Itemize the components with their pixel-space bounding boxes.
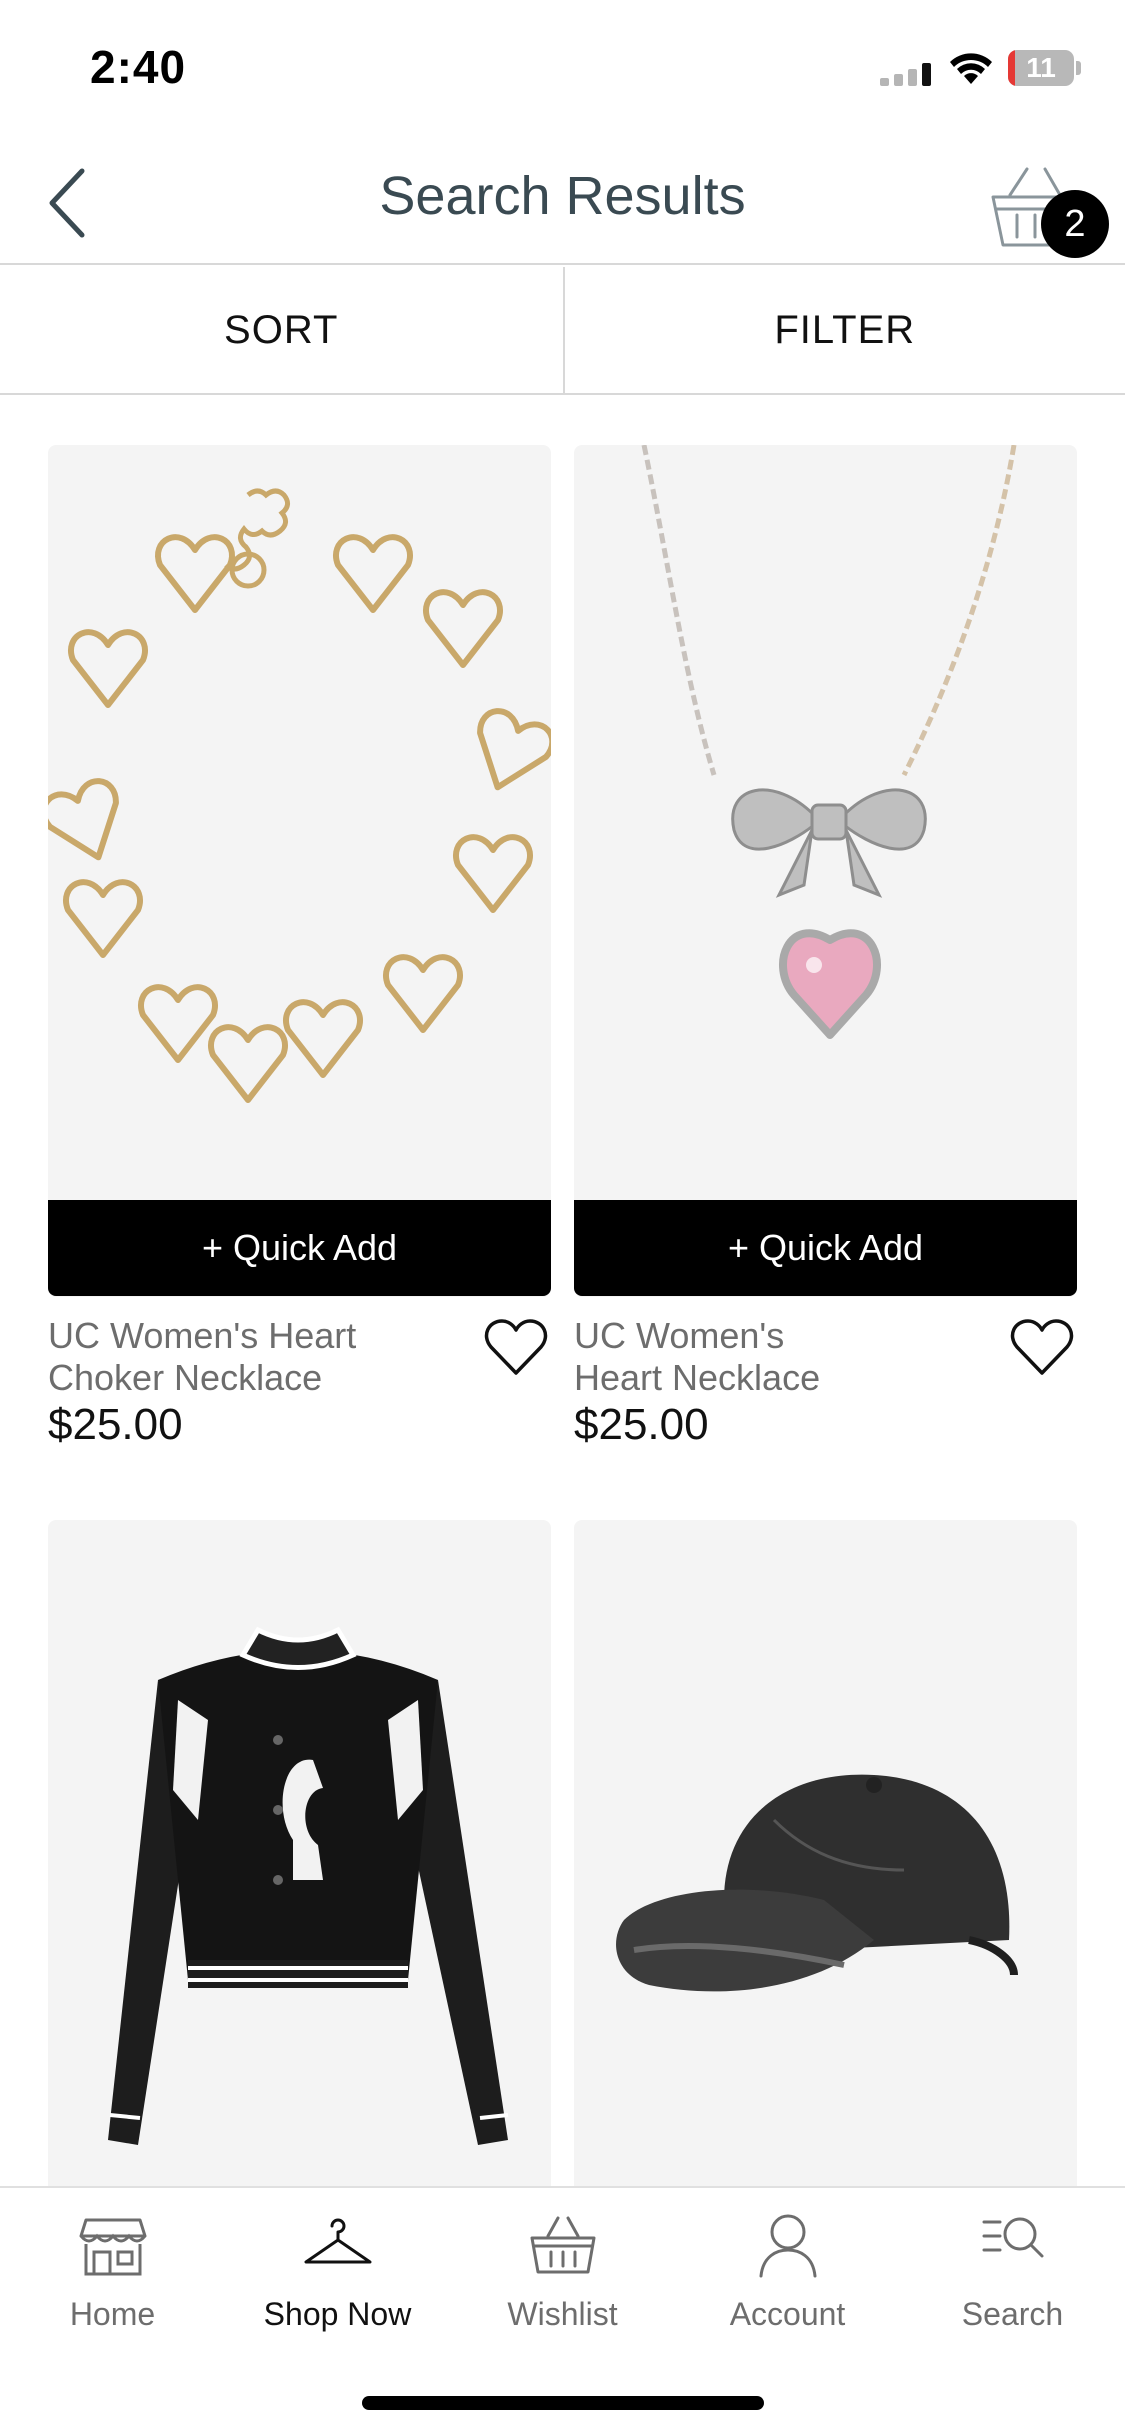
sort-filter-bar: SORT FILTER [0, 267, 1125, 395]
varsity-jacket-image [108, 1626, 509, 2145]
product-image[interactable] [574, 1520, 1077, 2186]
tab-account[interactable]: Account [675, 2212, 900, 2342]
quick-add-button[interactable]: + Quick Add [574, 1200, 1077, 1296]
filter-button[interactable]: FILTER [562, 267, 1125, 393]
product-image[interactable] [48, 1520, 551, 2186]
sort-button[interactable]: SORT [0, 267, 563, 393]
cart-count-badge[interactable]: 2 [1041, 190, 1109, 258]
product-image[interactable] [48, 445, 551, 1297]
product-image[interactable] [574, 445, 1077, 1297]
tab-label: Account [729, 2296, 846, 2332]
battery-icon: 11 [1008, 50, 1081, 86]
tab-shop-now[interactable]: Shop Now [225, 2212, 450, 2342]
header-bar: Search Results [0, 135, 1125, 265]
product-card[interactable]: + Quick Add UC Women's Heart Necklace $2… [574, 445, 1077, 1475]
tab-label: Home [69, 2296, 156, 2332]
battery-level: 11 [1026, 52, 1056, 83]
gold-heart-choker-image [48, 488, 551, 1103]
wishlist-heart-icon[interactable] [1009, 1315, 1075, 1381]
cellular-signal-icon [880, 63, 931, 86]
tab-home[interactable]: Home [0, 2212, 225, 2342]
product-name[interactable]: UC Women's Heart Necklace [574, 1315, 844, 1399]
hanger-icon [304, 2218, 371, 2264]
basket-icon [530, 2216, 595, 2274]
quick-add-button[interactable]: + Quick Add [48, 1200, 551, 1296]
tab-label: Wishlist [507, 2296, 618, 2332]
product-card[interactable] [574, 1520, 1077, 2186]
product-price: $25.00 [574, 1400, 709, 1449]
baseball-cap-image [616, 1774, 1018, 1992]
home-indicator[interactable] [362, 2396, 764, 2410]
pink-heart-necklace-image [641, 445, 1017, 1039]
product-card[interactable] [48, 1520, 551, 2186]
tab-search[interactable]: Search [900, 2212, 1125, 2342]
wishlist-heart-icon[interactable] [483, 1315, 549, 1381]
tab-wishlist[interactable]: Wishlist [450, 2212, 675, 2342]
product-name[interactable]: UC Women's Heart Choker Necklace [48, 1315, 438, 1399]
tab-label: Shop Now [263, 2296, 412, 2332]
search-list-icon [982, 2217, 1043, 2258]
status-time: 2:40 [90, 41, 187, 93]
product-price: $25.00 [48, 1400, 183, 1449]
tab-label: Search [961, 2296, 1064, 2332]
wifi-icon [950, 53, 992, 84]
status-bar: 2:40 11 [0, 0, 1125, 135]
product-card[interactable]: + Quick Add UC Women's Heart Choker Neck… [48, 445, 551, 1475]
person-icon [759, 2214, 816, 2278]
storefront-icon [79, 2218, 146, 2276]
page-title: Search Results [379, 166, 746, 226]
